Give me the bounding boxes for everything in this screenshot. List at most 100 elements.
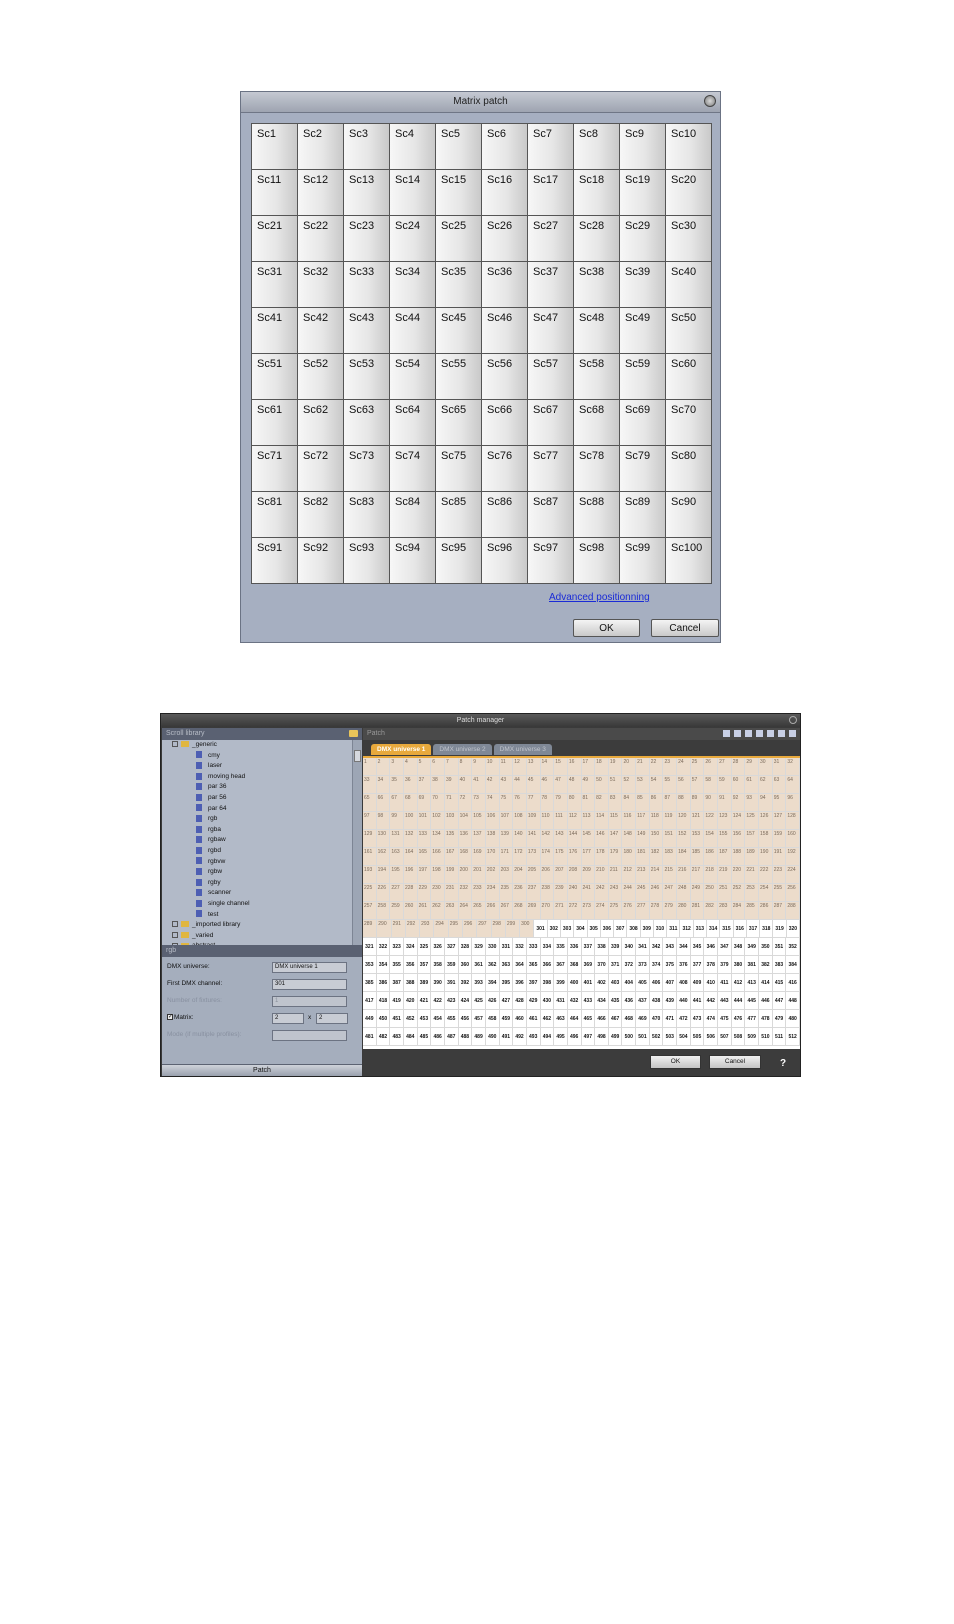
dmx-channel-used[interactable]: 17: [581, 758, 596, 776]
dmx-channel-used[interactable]: 268: [513, 902, 527, 920]
dmx-channel-free[interactable]: 483: [390, 1028, 404, 1046]
expand-icon[interactable]: [172, 931, 178, 938]
dmx-channel-free[interactable]: 392: [458, 974, 473, 992]
dmx-channel-used[interactable]: 258: [376, 902, 391, 920]
dmx-channel-used[interactable]: 240: [567, 884, 582, 902]
matrix-cell[interactable]: Sc71: [252, 446, 297, 491]
matrix-cell[interactable]: Sc90: [666, 492, 711, 537]
dmx-channel-used[interactable]: 229: [417, 884, 432, 902]
dmx-channel-free[interactable]: 368: [567, 956, 582, 974]
dmx-channel-used[interactable]: 276: [622, 902, 637, 920]
dmx-channel-used[interactable]: 161: [363, 848, 377, 866]
matrix-cell[interactable]: Sc43: [344, 308, 389, 353]
dmx-channel-used[interactable]: 278: [649, 902, 664, 920]
dmx-channel-free[interactable]: 438: [649, 992, 664, 1010]
tree-fixture[interactable]: par 64: [162, 804, 352, 815]
matrix-cell[interactable]: Sc83: [344, 492, 389, 537]
dmx-channel-free[interactable]: 445: [745, 992, 760, 1010]
dmx-channel-free[interactable]: 430: [540, 992, 555, 1010]
dmx-channel-used[interactable]: 294: [434, 920, 449, 938]
dmx-channel-free[interactable]: 302: [547, 920, 561, 938]
dmx-channel-used[interactable]: 194: [376, 866, 391, 884]
dmx-channel-used[interactable]: 212: [622, 866, 637, 884]
dmx-channel-free[interactable]: 332: [513, 938, 527, 956]
dmx-channel-free[interactable]: 398: [540, 974, 555, 992]
dmx-channel-used[interactable]: 215: [663, 866, 678, 884]
dmx-channel-free[interactable]: 405: [636, 974, 650, 992]
dmx-channel-used[interactable]: 137: [472, 830, 486, 848]
dmx-channel-used[interactable]: 252: [731, 884, 746, 902]
dmx-channel-free[interactable]: 419: [390, 992, 404, 1010]
dmx-channel-free[interactable]: 437: [636, 992, 650, 1010]
dmx-channel-free[interactable]: 310: [653, 920, 668, 938]
dmx-channel-free[interactable]: 337: [581, 938, 596, 956]
dmx-channel-free[interactable]: 494: [540, 1028, 555, 1046]
dmx-channel-used[interactable]: 185: [690, 848, 705, 866]
dmx-channel-free[interactable]: 339: [608, 938, 623, 956]
dmx-channel-used[interactable]: 188: [731, 848, 746, 866]
dmx-channel-used[interactable]: 191: [772, 848, 787, 866]
matrix-cell[interactable]: Sc58: [574, 354, 619, 399]
dmx-channel-used[interactable]: 164: [403, 848, 418, 866]
dmx-channel-free[interactable]: 441: [690, 992, 705, 1010]
dmx-channel-free[interactable]: 341: [636, 938, 650, 956]
dmx-channel-free[interactable]: 305: [587, 920, 601, 938]
matrix-y-input[interactable]: 2: [316, 1013, 348, 1024]
dmx-channel-used[interactable]: 279: [663, 902, 678, 920]
dmx-channel-used[interactable]: 226: [376, 884, 391, 902]
matrix-cell[interactable]: Sc22: [298, 216, 343, 261]
dmx-channel-used[interactable]: 9: [472, 758, 486, 776]
dmx-channel-used[interactable]: 225: [363, 884, 377, 902]
matrix-cell[interactable]: Sc79: [620, 446, 665, 491]
matrix-cell[interactable]: Sc52: [298, 354, 343, 399]
matrix-cell[interactable]: Sc32: [298, 262, 343, 307]
dmx-channel-used[interactable]: 1: [363, 758, 377, 776]
dmx-channel-free[interactable]: 301: [534, 920, 548, 938]
dmx-channel-used[interactable]: 299: [505, 920, 521, 938]
matrix-cell[interactable]: Sc57: [528, 354, 573, 399]
matrix-cell[interactable]: Sc78: [574, 446, 619, 491]
dmx-channel-free[interactable]: 508: [731, 1028, 746, 1046]
dmx-channel-used[interactable]: 163: [390, 848, 404, 866]
dmx-channel-free[interactable]: 463: [554, 1010, 568, 1028]
dmx-channel-free[interactable]: 454: [431, 1010, 445, 1028]
dmx-channel-free[interactable]: 328: [458, 938, 473, 956]
dmx-channel-used[interactable]: 219: [718, 866, 732, 884]
advanced-positioning-link[interactable]: Advanced positionning: [549, 592, 650, 603]
dmx-channel-used[interactable]: 172: [513, 848, 527, 866]
dmx-channel-used[interactable]: 3: [390, 758, 404, 776]
dmx-channel-used[interactable]: 71: [444, 794, 459, 812]
dmx-channel-used[interactable]: 21: [636, 758, 650, 776]
ok-button[interactable]: OK: [573, 619, 640, 637]
dmx-channel-used[interactable]: 239: [554, 884, 568, 902]
dmx-channel-free[interactable]: 395: [499, 974, 514, 992]
matrix-cell[interactable]: Sc14: [390, 170, 435, 215]
dmx-channel-free[interactable]: 325: [417, 938, 432, 956]
dmx-channel-used[interactable]: 59: [718, 776, 732, 794]
dmx-channel-used[interactable]: 44: [513, 776, 527, 794]
matrix-cell[interactable]: Sc85: [436, 492, 481, 537]
dmx-channel-used[interactable]: 108: [513, 812, 527, 830]
tab-universe-1[interactable]: DMX universe 1: [371, 744, 432, 755]
dmx-channel-free[interactable]: 427: [499, 992, 514, 1010]
dmx-channel-used[interactable]: 114: [595, 812, 609, 830]
dmx-channel-used[interactable]: 79: [554, 794, 568, 812]
matrix-cell[interactable]: Sc93: [344, 538, 389, 583]
dmx-channel-used[interactable]: 245: [636, 884, 650, 902]
dmx-channel-free[interactable]: 432: [567, 992, 582, 1010]
dmx-channel-used[interactable]: 22: [649, 758, 664, 776]
dmx-channel-used[interactable]: 154: [704, 830, 719, 848]
dmx-channel-used[interactable]: 147: [608, 830, 623, 848]
dmx-channel-used[interactable]: 201: [472, 866, 486, 884]
dmx-channel-used[interactable]: 266: [485, 902, 500, 920]
dmx-channel-free[interactable]: 469: [636, 1010, 650, 1028]
dmx-channel-free[interactable]: 324: [403, 938, 418, 956]
dmx-channel-free[interactable]: 353: [363, 956, 377, 974]
dmx-channel-used[interactable]: 261: [417, 902, 432, 920]
dmx-channel-free[interactable]: 468: [622, 1010, 637, 1028]
dmx-channel-used[interactable]: 288: [786, 902, 800, 920]
dmx-channel-free[interactable]: 473: [690, 1010, 705, 1028]
dmx-channel-free[interactable]: 306: [600, 920, 615, 938]
dmx-channel-used[interactable]: 138: [485, 830, 500, 848]
dmx-channel-used[interactable]: 27: [718, 758, 732, 776]
